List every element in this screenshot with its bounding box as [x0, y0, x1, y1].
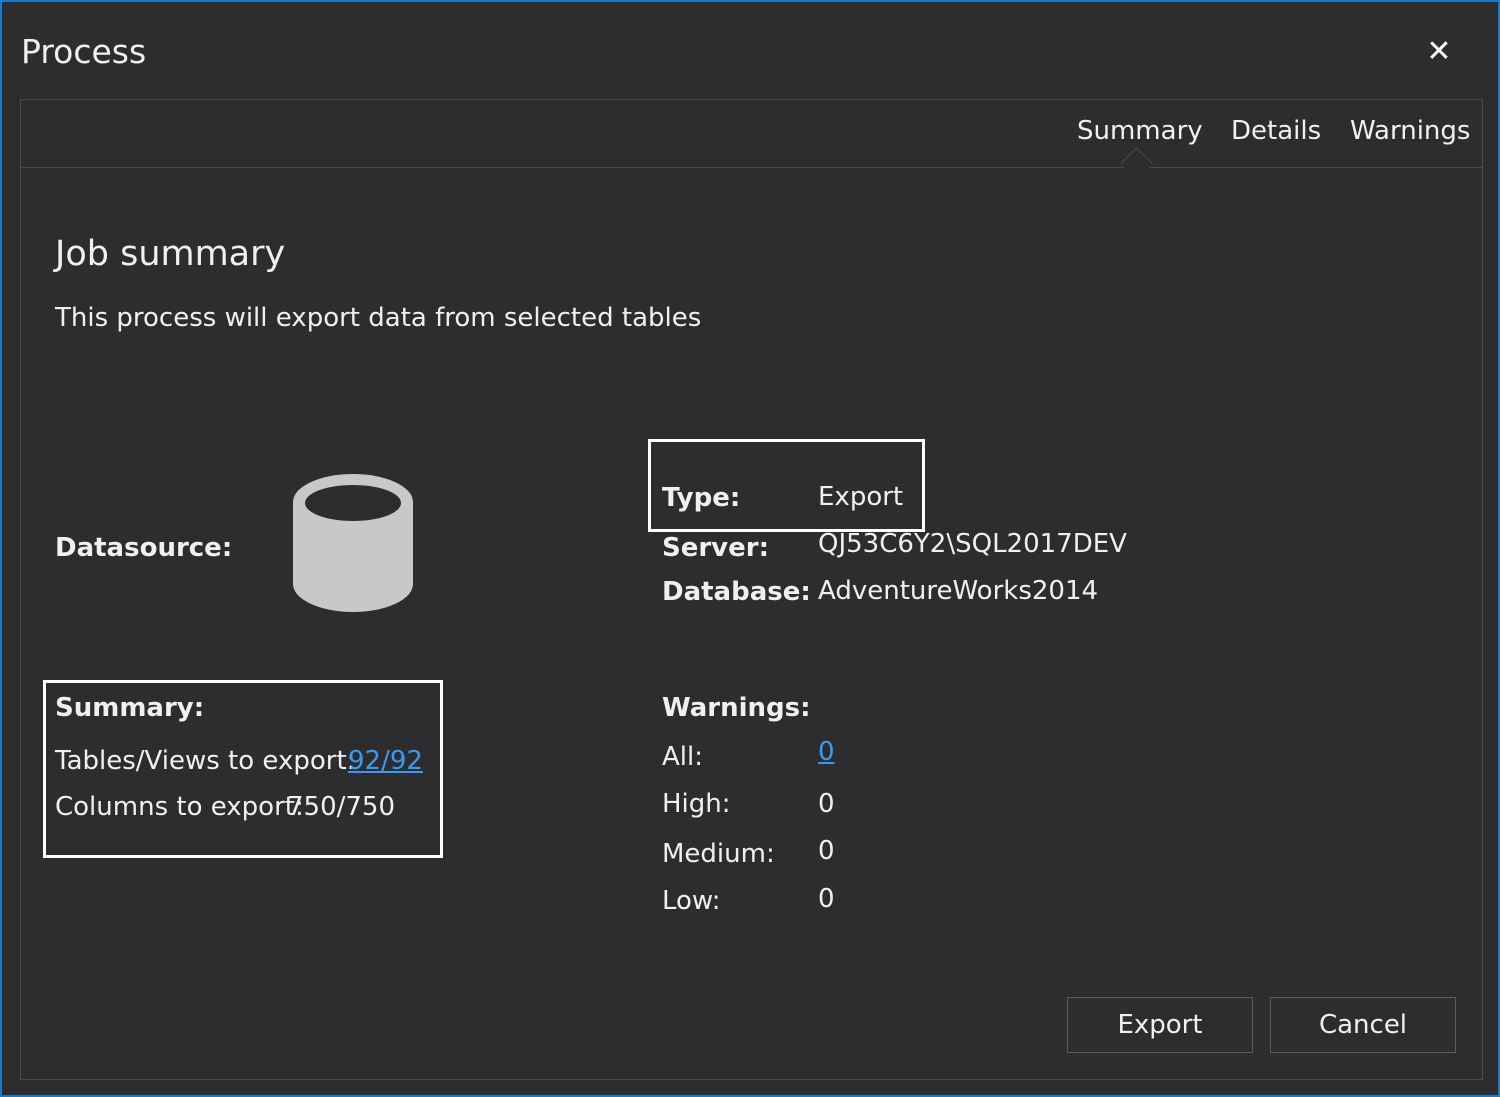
type-label: Type: [662, 483, 741, 513]
columns-to-export-value: 750/750 [287, 792, 396, 822]
database-label: Database: [662, 577, 811, 607]
warnings-low-label: Low: [662, 886, 721, 916]
database-value: AdventureWorks2014 [818, 576, 1099, 606]
warnings-all-link[interactable]: 0 [818, 737, 835, 767]
warnings-label: Warnings: [662, 693, 811, 723]
database-icon [291, 472, 415, 620]
type-value: Export [818, 482, 904, 512]
export-button[interactable]: Export [1067, 997, 1253, 1053]
tables-to-export-label: Tables/Views to export: [55, 746, 356, 776]
warnings-low-value: 0 [818, 884, 835, 914]
server-value: QJ53C6Y2\SQL2017DEV [818, 529, 1127, 559]
job-summary-heading: Job summary [55, 234, 286, 274]
process-dialog: Process ✕ Summary Details Warnings Job s… [0, 0, 1500, 1097]
datasource-label: Datasource: [55, 533, 233, 563]
job-description: This process will export data from selec… [55, 303, 702, 333]
tables-to-export-link[interactable]: 92/92 [348, 746, 423, 776]
tab-details[interactable]: Details [1231, 116, 1321, 146]
server-label: Server: [662, 533, 769, 563]
warnings-high-label: High: [662, 789, 731, 819]
warnings-all-label: All: [662, 742, 703, 772]
warnings-medium-label: Medium: [662, 839, 775, 869]
columns-to-export-label: Columns to export: [55, 792, 304, 822]
tab-bar: Summary Details Warnings [21, 100, 1482, 180]
tab-warnings[interactable]: Warnings [1350, 116, 1470, 146]
close-icon[interactable]: ✕ [1422, 34, 1456, 69]
active-tab-indicator [1120, 147, 1153, 180]
warnings-high-value: 0 [818, 789, 835, 819]
warnings-medium-value: 0 [818, 836, 835, 866]
tab-summary[interactable]: Summary [1077, 116, 1203, 146]
dialog-title: Process [21, 32, 147, 71]
content-frame: Summary Details Warnings Job summary Thi… [20, 99, 1483, 1080]
summary-label: Summary: [55, 693, 205, 723]
cancel-button[interactable]: Cancel [1270, 997, 1456, 1053]
